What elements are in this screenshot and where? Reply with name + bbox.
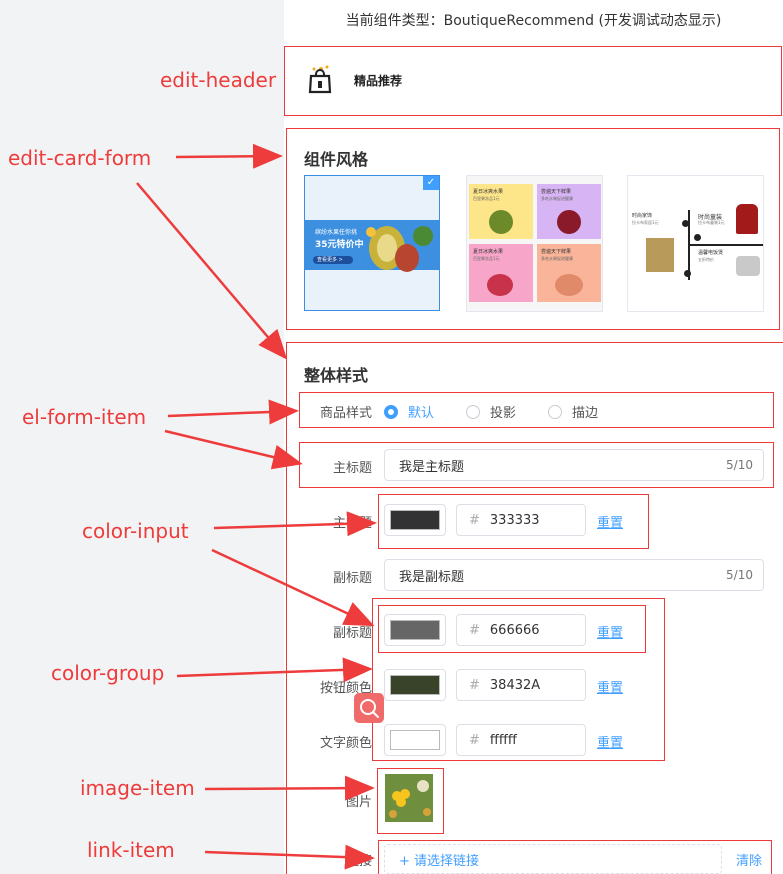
- button-color-hex-input[interactable]: #38432A: [456, 669, 586, 701]
- annotation-edit-card-form: edit-card-form: [8, 146, 152, 170]
- main-title-value: 我是主标题: [399, 459, 465, 475]
- floating-search-button[interactable]: [354, 693, 384, 723]
- text-color-picker[interactable]: [384, 724, 446, 756]
- hex-value: 38432A: [489, 677, 541, 693]
- radio-default[interactable]: 默认: [384, 402, 434, 421]
- vase-image: [646, 238, 674, 272]
- hex-value: ffffff: [489, 732, 517, 748]
- badge-dot: [694, 234, 701, 241]
- style-2-tile-title: 夏日冰爽水果: [473, 189, 504, 195]
- annotation-color-group: color-group: [51, 661, 165, 685]
- button-color-picker[interactable]: [384, 669, 446, 701]
- badge-dot: [682, 220, 689, 227]
- annotation-edit-header: edit-header: [160, 68, 277, 92]
- style-card-3[interactable]: 时尚家饰 时尚童装 拉卡布家居1元 拉卡布童装1元 温馨电饭煲 五折特价: [627, 175, 764, 312]
- style-2-tile-4: 尝遍天下鲜果 多吃水果促进健康: [537, 244, 601, 302]
- boutique-bag-icon: [306, 64, 334, 96]
- style-1-banner-line2: 35元特价中: [315, 240, 364, 250]
- style-2-tile-3: 夏日冰爽水果 百里果冻品1元: [469, 244, 533, 302]
- hash-prefix: #: [469, 677, 480, 693]
- main-title-count: 5/10: [726, 458, 753, 472]
- annotation-image-item: image-item: [80, 776, 195, 800]
- component-style-title: 组件风格: [304, 150, 369, 169]
- badge-dot: [684, 270, 691, 277]
- left-gutter: [0, 0, 284, 874]
- fruit-icon: [555, 274, 583, 296]
- annotation-color-input: color-input: [82, 519, 189, 543]
- button-color-reset[interactable]: 重置: [597, 677, 623, 696]
- sub-title-input[interactable]: 我是副标题 5/10: [384, 559, 764, 591]
- style-3-text: 温馨电饭煲: [698, 250, 724, 256]
- link-select-box[interactable]: + 请选择链接: [384, 844, 722, 874]
- text-color-reset[interactable]: 重置: [597, 732, 623, 751]
- radio-dot: [466, 404, 480, 419]
- text-color-hex-input[interactable]: # ffffff: [456, 724, 586, 756]
- main-title-color-label: 主标题: [332, 516, 372, 531]
- style-2-tile-title: 尝遍天下鲜果: [541, 189, 572, 195]
- image-thumbnail[interactable]: [385, 774, 433, 822]
- dress-image: [736, 204, 758, 234]
- style-2-tile-2: 尝遍天下鲜果 多吃水果促进健康: [537, 184, 601, 239]
- style-2-tile-1: 夏日冰爽水果 百里果冻品1元: [469, 184, 533, 239]
- color-swatch: [390, 730, 440, 750]
- style-3-text: 五折特价: [698, 257, 714, 262]
- color-swatch: [390, 675, 440, 695]
- link-label: 链接: [345, 854, 372, 869]
- overall-style-title: 整体样式: [304, 366, 369, 385]
- style-3-text: 拉卡布童装1元: [698, 220, 725, 225]
- radio-border[interactable]: 描边: [548, 402, 598, 421]
- style-card-1[interactable]: ✓ 缤纷水果任你挑 35元特价中 查看更多 >: [304, 175, 440, 311]
- main-title-input[interactable]: 我是主标题 5/10: [384, 449, 764, 481]
- style-3-divider: [690, 244, 763, 246]
- hash-prefix: #: [469, 732, 480, 748]
- radio-dot: [548, 404, 562, 419]
- sub-title-color-label: 副标题: [332, 626, 372, 641]
- style-3-text: 时尚家饰: [632, 213, 653, 219]
- image-preview: [385, 774, 433, 822]
- fruit-icon: [489, 210, 513, 234]
- radio-label: 描边: [572, 406, 599, 421]
- link-placeholder: + 请选择链接: [399, 854, 480, 869]
- sub-title-color-box: [378, 605, 646, 653]
- radio-dot: [384, 404, 398, 419]
- header-title: 精品推荐: [354, 74, 403, 88]
- style-2-tile-title: 夏日冰爽水果: [473, 249, 504, 255]
- style-2-tile-sub: 百里果冻品1元: [473, 256, 500, 261]
- style-2-tile-title: 尝遍天下鲜果: [541, 249, 572, 255]
- link-clear-button[interactable]: 清除: [736, 850, 762, 869]
- annotation-link-item: link-item: [87, 838, 175, 862]
- image-label: 图片: [345, 795, 372, 810]
- annotation-el-form-item: el-form-item: [22, 405, 147, 429]
- main-title-label: 主标题: [332, 461, 372, 476]
- style-card-2[interactable]: 夏日冰爽水果 百里果冻品1元 尝遍天下鲜果 多吃水果促进健康 夏日冰爽水果 百里…: [466, 175, 603, 312]
- radio-shadow[interactable]: 投影: [466, 402, 516, 421]
- style-3-text: 拉卡布家居1元: [632, 220, 659, 225]
- style-2-tile-sub: 多吃水果促进健康: [541, 196, 573, 201]
- style-1-banner-button: 查看更多 >: [317, 257, 343, 263]
- component-type-line: 当前组件类型：BoutiqueRecommend (开发调试动态显示): [345, 13, 722, 29]
- search-icon: [360, 699, 379, 718]
- fruit-icon: [487, 274, 513, 296]
- editor-screen: 当前组件类型：BoutiqueRecommend (开发调试动态显示) 精品推荐…: [0, 0, 783, 874]
- product-style-label: 商品样式: [319, 406, 372, 421]
- color-input-box: [378, 494, 649, 549]
- fruit-icon: [557, 210, 581, 234]
- pot-image: [736, 256, 760, 276]
- sub-title-label: 副标题: [332, 571, 372, 586]
- style-2-tile-sub: 多吃水果促进健康: [541, 256, 573, 261]
- sub-title-value: 我是副标题: [399, 569, 465, 585]
- sub-title-count: 5/10: [726, 568, 753, 582]
- radio-label: 默认: [408, 406, 435, 421]
- radio-label: 投影: [490, 406, 517, 421]
- text-color-label: 文字颜色: [319, 736, 372, 751]
- style-1-banner-line1: 缤纷水果任你挑: [315, 229, 358, 236]
- style-2-tile-sub: 百里果冻品1元: [473, 196, 500, 201]
